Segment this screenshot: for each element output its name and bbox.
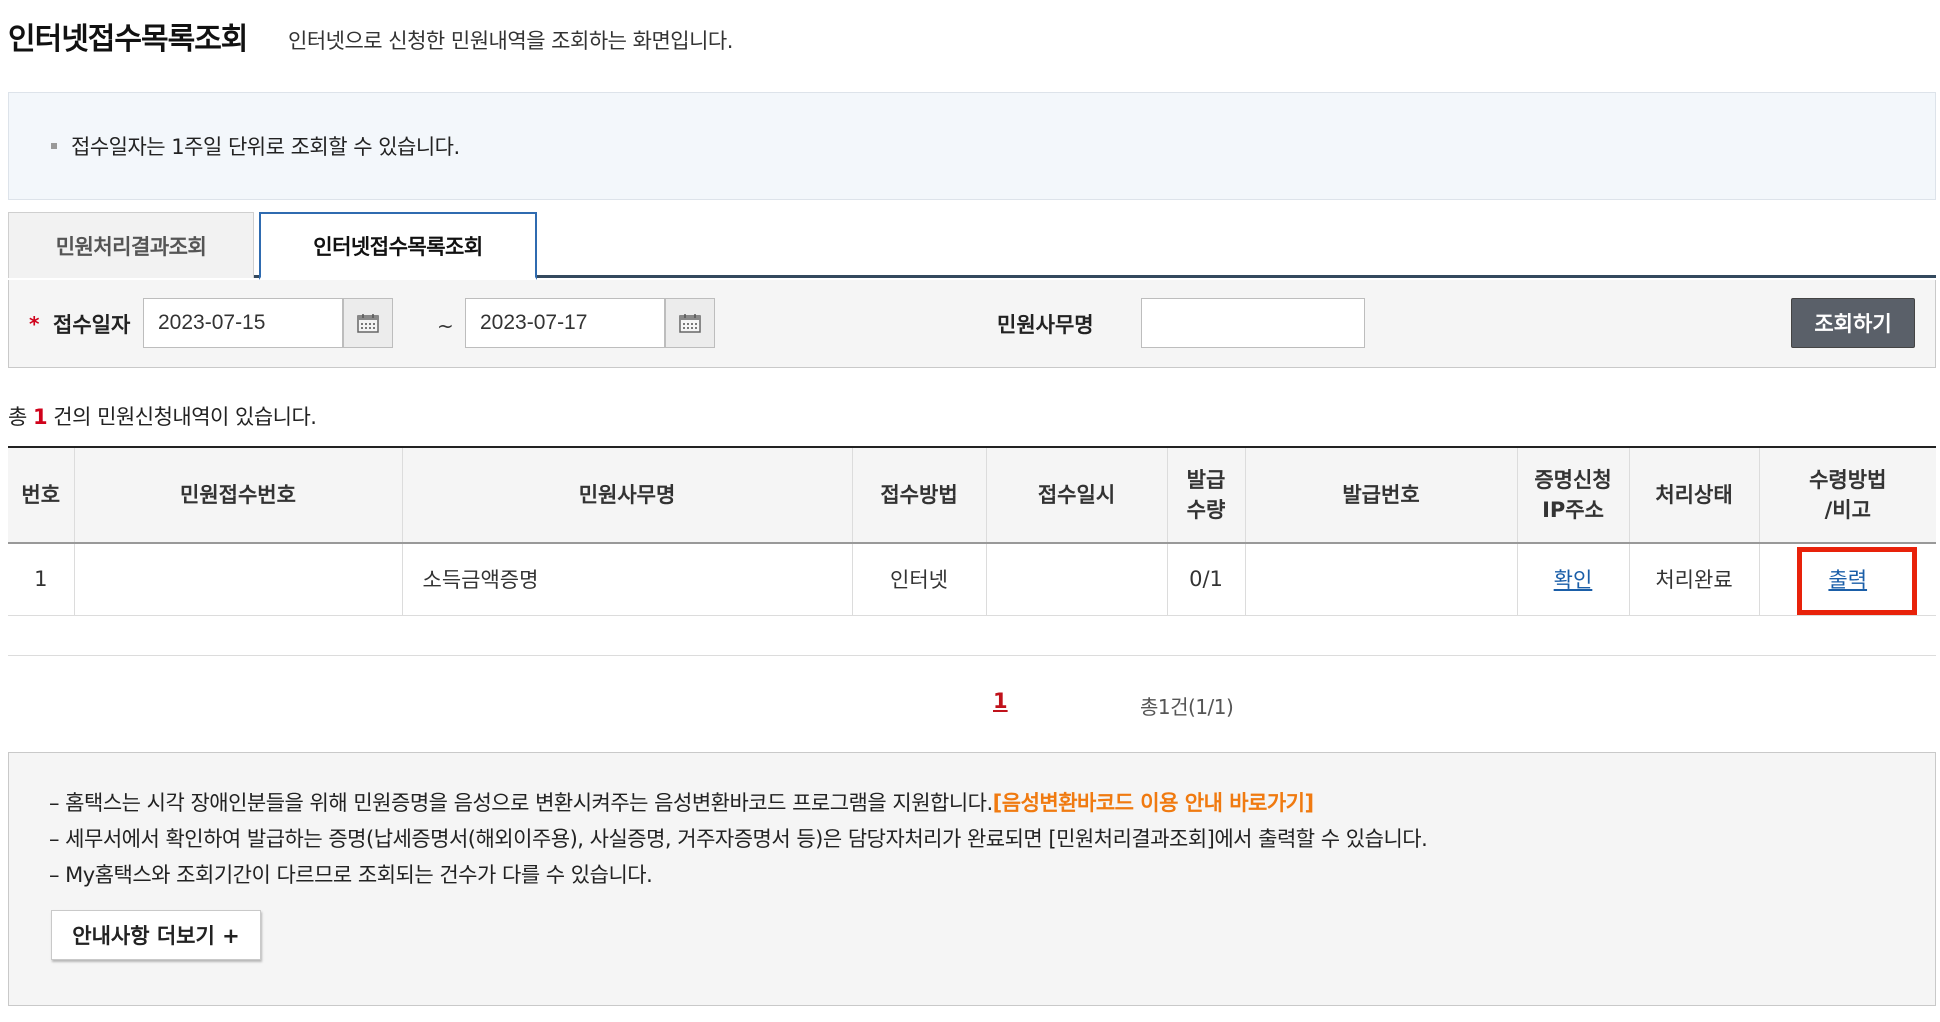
result-table: 번호 민원접수번호 민원사무명 접수방법 접수일시 발급 수량 발급번호 증명신청… [8,446,1936,616]
table-row: 1 소득금액증명 인터넷 0/1 확인 처리완료 출력 [8,543,1936,616]
cell-ip: 확인 [1516,543,1629,616]
tab-result-inquiry[interactable]: 민원처리결과조회 [8,212,254,278]
required-mark-icon: * [29,312,40,336]
end-date-input[interactable]: 2023-07-17 [465,298,665,348]
column-header-receive: 수령방법/비고 [1758,446,1936,544]
cell-doc-name: 소득금액증명 [401,543,852,616]
doc-name-label: 민원사무명 [997,313,1094,337]
page-total: 총1건(1/1) [1140,695,1234,719]
info-box: 접수일자는 1주일 단위로 조회할 수 있습니다. [8,92,1936,200]
date-separator: ~ [437,314,454,338]
tab-internet-receipt-list[interactable]: 인터넷접수목록조회 [259,212,537,280]
more-notice-button[interactable]: 안내사항 더보기 + [51,910,261,960]
result-count-number: 1 [33,405,48,429]
end-calendar-icon[interactable] [665,298,715,348]
page-number-current[interactable]: 1 [993,689,1008,713]
notice-line-2: – 세무서에서 확인하여 발급하는 증명(납세증명서(해외이주용), 사실증명,… [49,827,1428,851]
tab-bar: 민원처리결과조회 인터넷접수목록조회 [8,212,1936,280]
ip-confirm-link[interactable]: 확인 [1554,568,1593,592]
info-text: 접수일자는 1주일 단위로 조회할 수 있습니다. [71,135,460,159]
cell-method: 인터넷 [851,543,986,616]
bullet-icon [51,143,57,149]
search-panel: * 접수일자 2023-07-15 ~ 2023-07-17 민원사무명 조회하… [8,280,1936,368]
highlight-box [1797,547,1917,615]
start-calendar-icon[interactable] [343,298,393,348]
cell-status: 처리완료 [1628,543,1759,616]
page-title: 인터넷접수목록조회 [8,22,248,57]
notice-box: – 홈택스는 시각 장애인분들을 위해 민원증명을 음성으로 변환시켜주는 음성… [8,752,1936,1006]
result-count: 총 1 건의 민원신청내역이 있습니다. [8,405,317,429]
search-button[interactable]: 조회하기 [1791,298,1915,348]
column-header-doc-name: 민원사무명 [401,446,852,544]
column-header-qty: 발급 수량 [1166,446,1245,544]
doc-name-input[interactable] [1141,298,1365,348]
column-header-receipt-no: 민원접수번호 [73,446,402,544]
cell-qty: 0/1 [1166,543,1245,616]
cell-receipt-no [73,543,402,616]
column-header-method: 접수방법 [851,446,986,544]
column-header-no: 번호 [8,446,74,544]
page-description: 인터넷으로 신청한 민원내역을 조회하는 화면입니다. [288,29,733,53]
voice-barcode-link[interactable]: [음성변환바코드 이용 안내 바로가기] [993,791,1314,815]
start-date-input[interactable]: 2023-07-15 [143,298,343,348]
notice-line-1: – 홈택스는 시각 장애인분들을 위해 민원증명을 음성으로 변환시켜주는 음성… [49,791,1314,815]
column-header-issue-no: 발급번호 [1244,446,1517,544]
cell-datetime [985,543,1167,616]
divider [8,655,1936,656]
receipt-date-label: 접수일자 [53,313,131,337]
column-header-status: 처리상태 [1628,446,1759,544]
cell-issue-no [1244,543,1517,616]
column-header-datetime: 접수일시 [985,446,1167,544]
column-header-ip: 증명신청 IP주소 [1516,446,1629,544]
notice-line-3: – My홈택스와 조회기간이 다르므로 조회되는 건수가 다를 수 있습니다. [49,863,653,887]
cell-no: 1 [8,543,74,616]
